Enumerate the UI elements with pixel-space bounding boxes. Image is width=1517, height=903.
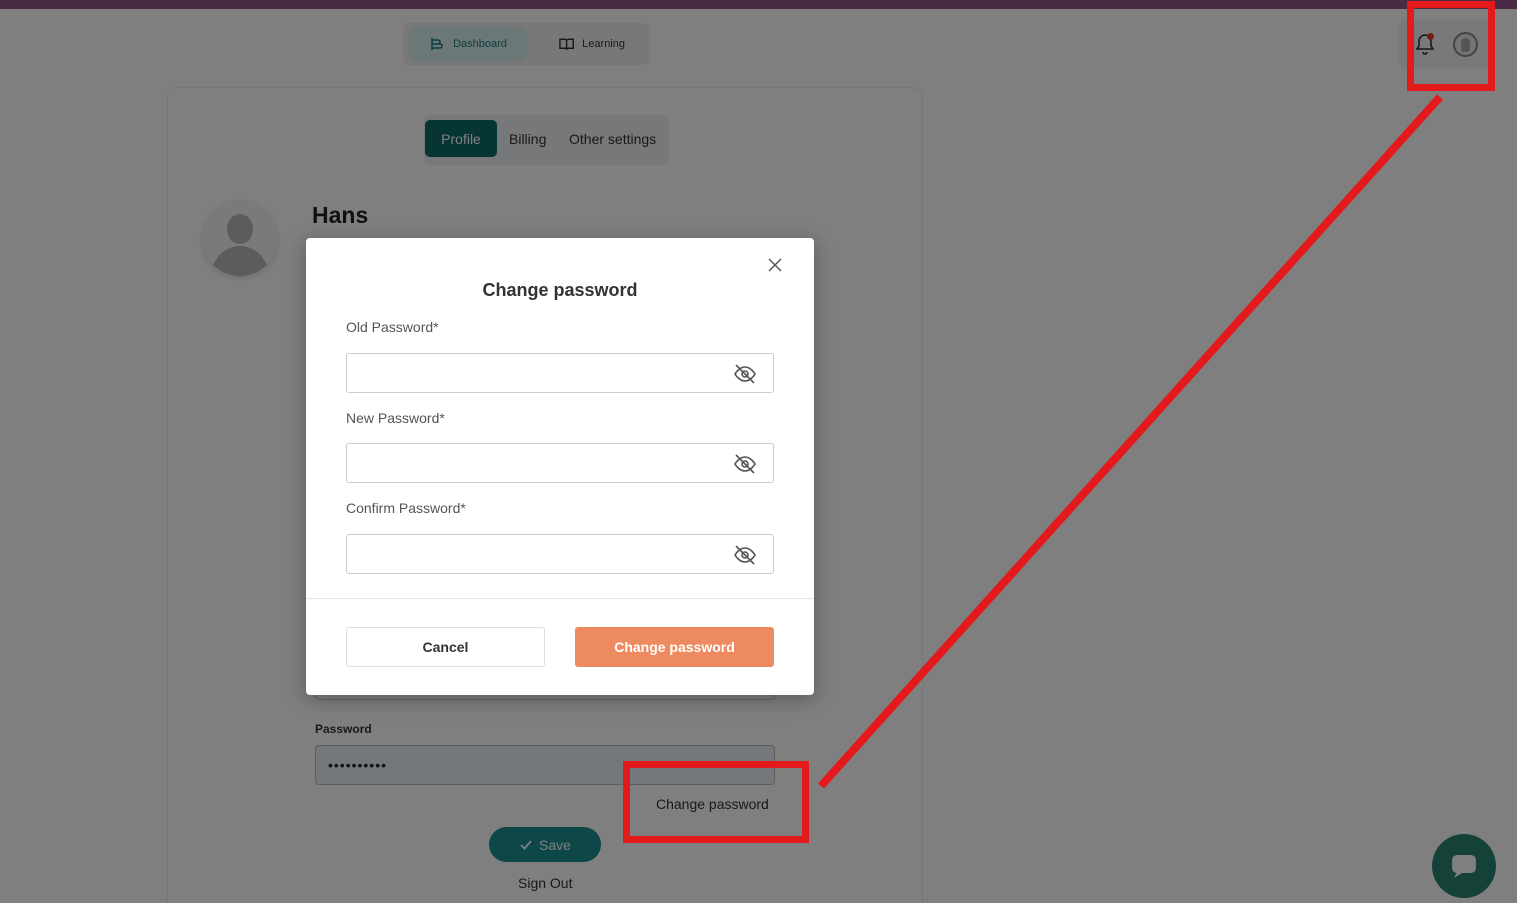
confirm-password-field[interactable] xyxy=(346,534,774,574)
eye-off-icon[interactable] xyxy=(733,544,757,566)
change-password-button[interactable]: Change password xyxy=(575,627,774,667)
eye-off-icon[interactable] xyxy=(733,453,757,475)
change-password-modal: Change password Old Password* New Passwo… xyxy=(306,238,814,695)
new-password-label: New Password* xyxy=(346,410,445,426)
modal-divider xyxy=(306,598,814,599)
close-icon[interactable] xyxy=(764,254,786,276)
eye-off-icon[interactable] xyxy=(733,363,757,385)
old-password-label: Old Password* xyxy=(346,319,439,335)
confirm-password-label: Confirm Password* xyxy=(346,500,466,516)
annotation-box-top-right xyxy=(1407,1,1495,91)
new-password-field[interactable] xyxy=(346,443,774,483)
modal-title: Change password xyxy=(482,280,638,300)
annotation-box-change-password xyxy=(623,761,809,843)
top-accent-bar xyxy=(0,0,1517,9)
old-password-field[interactable] xyxy=(346,353,774,393)
cancel-button[interactable]: Cancel xyxy=(346,627,545,667)
